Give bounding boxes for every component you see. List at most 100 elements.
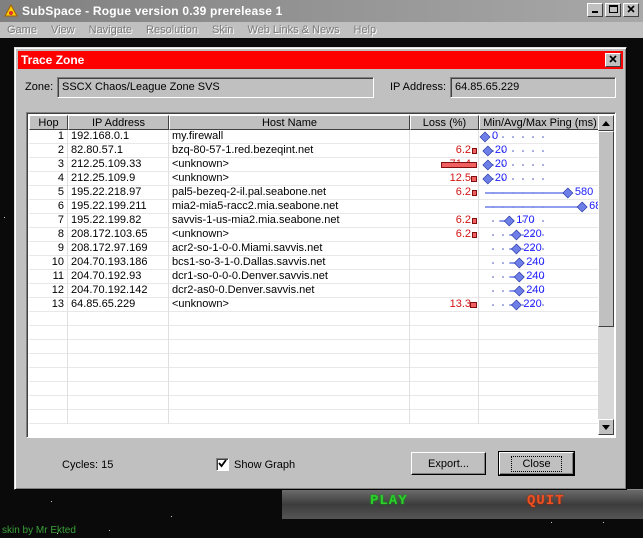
menu-navigate[interactable]: Navigate bbox=[82, 24, 139, 36]
table-row[interactable]: 6 195.22.199.211 mia2-mia5-racc2.mia.seabo… bbox=[29, 200, 601, 214]
menubar: Game View Navigate Resolution Skin Web L… bbox=[0, 22, 643, 38]
table-row[interactable]: 4 212.25.109.9 <unknown> 12.5 20 bbox=[29, 172, 601, 186]
show-graph-checkbox[interactable] bbox=[216, 458, 229, 471]
menu-view[interactable]: View bbox=[44, 24, 82, 36]
ping-scale-dot bbox=[492, 248, 494, 250]
show-graph-label[interactable]: Show Graph bbox=[234, 459, 295, 471]
table-row[interactable]: 9 208.172.97.169 acr2-so-1-0-0.Miami.savvi… bbox=[29, 242, 601, 256]
loss-cell: 6.2 bbox=[410, 228, 479, 242]
close-window-button[interactable] bbox=[623, 3, 639, 17]
ping-scale-dot bbox=[502, 290, 504, 292]
ping-avg-marker bbox=[503, 215, 515, 227]
scroll-down-button[interactable] bbox=[598, 419, 614, 435]
scrollbar-thumb[interactable] bbox=[598, 131, 614, 327]
ping-value: 0 bbox=[492, 130, 499, 142]
host-cell: <unknown> bbox=[169, 158, 410, 172]
menu-skin[interactable]: Skin bbox=[205, 24, 240, 36]
loss-cell bbox=[410, 270, 479, 284]
ping-cell bbox=[479, 312, 601, 326]
host-cell: dcr1-so-0-0-0.Denver.savvis.net bbox=[169, 270, 410, 284]
ping-avg-marker bbox=[562, 187, 574, 199]
ping-cell: 240 bbox=[479, 256, 601, 270]
arrow-up-icon bbox=[602, 117, 610, 129]
ip-cell bbox=[68, 396, 169, 410]
hop-cell bbox=[29, 368, 68, 382]
table-row[interactable]: 5 195.22.218.97 pal5-bezeq-2-il.pal.seabon… bbox=[29, 186, 601, 200]
app-icon bbox=[4, 3, 18, 18]
ping-cell: 220 bbox=[479, 228, 601, 242]
loss-value: 6.2 bbox=[455, 144, 471, 156]
ping-value: 220 bbox=[523, 298, 542, 310]
hop-cell: 7 bbox=[29, 214, 68, 228]
table-row[interactable]: 11 204.70.192.93 dcr1-so-0-0-0.Denver.savv… bbox=[29, 270, 601, 284]
ping-scale-dot bbox=[522, 178, 524, 180]
table-row[interactable] bbox=[29, 340, 601, 354]
dialog-titlebar: Trace Zone bbox=[18, 51, 623, 69]
ping-avg-marker bbox=[511, 229, 522, 241]
ping-scale-dot bbox=[542, 150, 544, 152]
ping-graph bbox=[492, 215, 544, 227]
table-row[interactable]: 13 64.85.65.229 <unknown> 13.3 220 bbox=[29, 298, 601, 312]
host-cell: savvis-1-us-mia2.mia.seabone.net bbox=[169, 214, 410, 228]
table-row[interactable]: 2 82.80.57.1 bzq-80-57-1.red.bezeqint.net 6… bbox=[29, 144, 601, 158]
table-row[interactable] bbox=[29, 326, 601, 340]
table-row[interactable] bbox=[29, 312, 601, 326]
table-row[interactable]: 10 204.70.193.186 bcs1-so-3-1-0.Dallas.sav… bbox=[29, 256, 601, 270]
col-loss[interactable]: Loss (%) bbox=[410, 115, 479, 130]
ping-value: 20 bbox=[494, 158, 508, 170]
stone-button-bar bbox=[282, 489, 643, 519]
vertical-scrollbar[interactable] bbox=[598, 115, 614, 435]
ping-cell bbox=[479, 354, 601, 368]
table-row[interactable]: 12 204.70.192.142 dcr2-as0-0.Denver.savvis… bbox=[29, 284, 601, 298]
menu-game[interactable]: Game bbox=[0, 24, 44, 36]
scroll-up-button[interactable] bbox=[598, 115, 614, 131]
loss-bar bbox=[472, 232, 477, 238]
ping-avg-marker bbox=[513, 285, 525, 297]
star bbox=[51, 501, 52, 502]
quit-button[interactable]: QUIT bbox=[527, 493, 565, 509]
host-cell bbox=[169, 382, 410, 396]
loss-value: 6.2 bbox=[455, 228, 471, 240]
export-button[interactable]: Export... bbox=[411, 452, 486, 475]
ping-scale-dot bbox=[542, 304, 544, 306]
table-row[interactable] bbox=[29, 382, 601, 396]
ping-cell: 220 bbox=[479, 242, 601, 256]
table-row[interactable]: 3212.25.109.33<unknown>71.4 20 bbox=[29, 158, 601, 172]
menu-resolution[interactable]: Resolution bbox=[139, 24, 205, 36]
col-host-name[interactable]: Host Name bbox=[169, 115, 410, 130]
hop-cell: 10 bbox=[29, 256, 68, 270]
table-row[interactable] bbox=[29, 396, 601, 410]
close-button[interactable]: Close bbox=[498, 451, 575, 476]
table-row[interactable] bbox=[29, 368, 601, 382]
host-cell bbox=[169, 354, 410, 368]
ping-scale-dot bbox=[542, 136, 544, 138]
menu-help[interactable]: Help bbox=[347, 24, 384, 36]
table-row[interactable]: 1 192.168.0.1 my.firewall 0 bbox=[29, 130, 601, 144]
ip-cell bbox=[68, 312, 169, 326]
play-button[interactable]: PLAY bbox=[370, 493, 408, 509]
table-row[interactable]: 8 208.172.103.65 <unknown> 6.2 220 bbox=[29, 228, 601, 242]
hop-cell: 2 bbox=[29, 144, 68, 158]
loss-cell: 6.2 bbox=[410, 186, 479, 200]
table-row[interactable] bbox=[29, 410, 601, 424]
window-controls bbox=[587, 3, 639, 17]
col-ip-address[interactable]: IP Address bbox=[68, 115, 169, 130]
maximize-button[interactable] bbox=[605, 3, 621, 17]
table-row[interactable] bbox=[29, 354, 601, 368]
host-cell: <unknown> bbox=[169, 228, 410, 242]
ip-cell: 212.25.109.33 bbox=[68, 158, 169, 172]
col-ping[interactable]: Min/Avg/Max Ping (ms) bbox=[479, 115, 601, 130]
col-hop[interactable]: Hop bbox=[29, 115, 68, 130]
ping-scale-dot bbox=[532, 136, 534, 138]
ip-cell: 192.168.0.1 bbox=[68, 130, 169, 144]
dialog-close-button[interactable] bbox=[605, 53, 621, 67]
ping-avg-marker bbox=[482, 173, 494, 185]
ip-cell: 204.70.192.142 bbox=[68, 284, 169, 298]
ping-scale-dot bbox=[532, 178, 534, 180]
loss-value: 6.2 bbox=[455, 186, 471, 198]
loss-cell bbox=[410, 368, 479, 382]
table-row[interactable]: 7 195.22.199.82 savvis-1-us-mia2.mia.seabo… bbox=[29, 214, 601, 228]
minimize-button[interactable] bbox=[587, 3, 603, 17]
loss-cell bbox=[410, 382, 479, 396]
menu-web-links[interactable]: Web Links & News bbox=[240, 24, 346, 36]
